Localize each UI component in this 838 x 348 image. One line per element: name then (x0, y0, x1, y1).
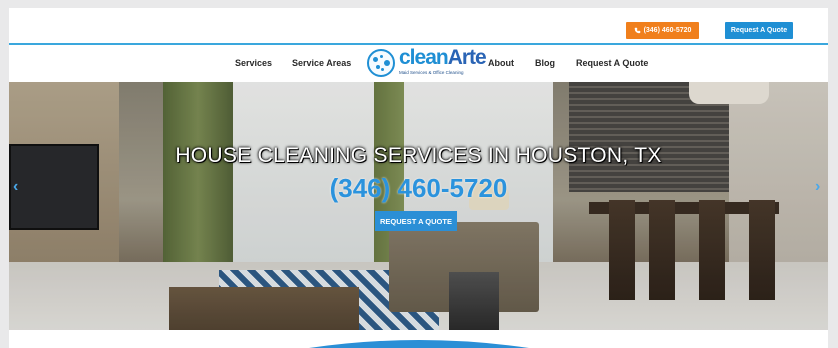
page: (346) 460-5720 Request A Quote Services … (9, 8, 828, 348)
hero-request-quote-button[interactable]: REQUEST A QUOTE (375, 211, 457, 231)
call-button[interactable]: (346) 460-5720 (626, 22, 699, 39)
logo-wordmark: cleanArte (399, 46, 487, 69)
nav-item-blog[interactable]: Blog (535, 58, 555, 68)
logo-emblem-icon (367, 49, 395, 77)
logo-arte-text: Arte (447, 46, 487, 69)
hero-title: HOUSE CLEANING SERVICES IN HOUSTON, TX (175, 144, 662, 167)
logo[interactable]: cleanArte Maid Services & Office Cleanin… (365, 47, 487, 82)
hero-slider: HOUSE CLEANING SERVICES IN HOUSTON, TX (… (9, 82, 828, 344)
hero-phone[interactable]: (346) 460-5720 (9, 173, 828, 204)
slider-next-arrow-icon[interactable]: › (815, 178, 820, 196)
window-scrollbar[interactable] (829, 0, 838, 348)
nav-item-services[interactable]: Services (235, 58, 272, 68)
logo-clean-text: clean (399, 46, 449, 69)
logo-tagline: Maid Services & Office Cleaning (399, 70, 464, 75)
request-quote-top-button[interactable]: Request A Quote (725, 22, 793, 39)
top-bar: (346) 460-5720 Request A Quote (9, 8, 828, 45)
phone-icon (634, 27, 640, 34)
slider-prev-arrow-icon[interactable]: ‹ (13, 178, 18, 196)
nav-item-service-areas[interactable]: Service Areas (292, 58, 351, 68)
call-button-label: (346) 460-5720 (643, 27, 692, 34)
nav-item-request-quote[interactable]: Request A Quote (576, 58, 648, 68)
nav-item-about[interactable]: About (488, 58, 514, 68)
bottom-wave-divider (9, 330, 828, 348)
